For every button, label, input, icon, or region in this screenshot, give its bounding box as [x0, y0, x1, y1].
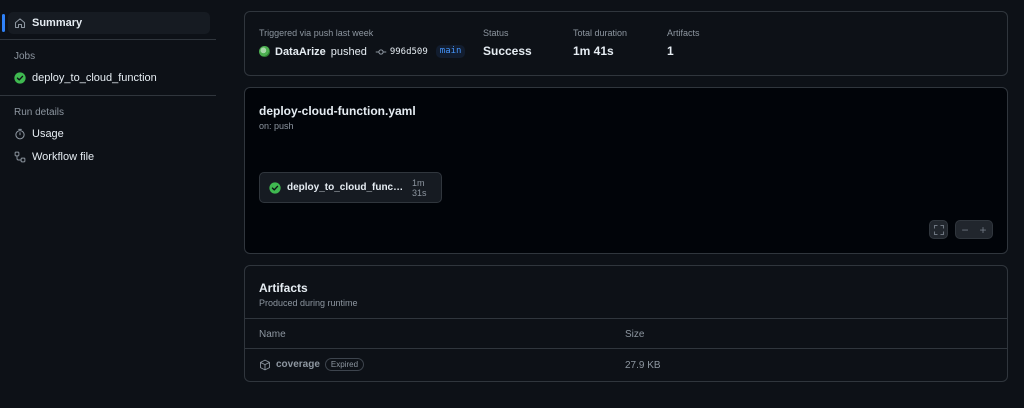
commit-link[interactable]: 996d509: [375, 46, 428, 58]
status-value: Success: [483, 44, 532, 58]
sidebar-divider: [0, 95, 216, 96]
zoom-out-icon[interactable]: −: [956, 223, 974, 237]
artifacts-panel: Artifacts Produced during runtime Name S…: [244, 265, 1008, 382]
job-node-duration: 1m 31s: [412, 177, 427, 198]
fullscreen-button[interactable]: [929, 220, 948, 239]
expired-badge: Expired: [324, 358, 365, 371]
trigger-label: Triggered via push last week: [259, 28, 374, 38]
sidebar-item-label: Workflow file: [32, 151, 95, 163]
artifact-name-cell: coverage Expired: [259, 358, 365, 371]
branch-badge[interactable]: main: [435, 45, 466, 58]
stopwatch-icon: [14, 128, 26, 140]
actor-link[interactable]: DataArize: [275, 46, 326, 58]
artifacts-count-value[interactable]: 1: [667, 44, 674, 58]
job-node-name: deploy_to_cloud_functi…: [287, 182, 406, 193]
fullscreen-icon: [933, 224, 945, 236]
zoom-in-icon[interactable]: +: [974, 223, 992, 237]
sidebar: Summary Jobs deploy_to_cloud_function Ru…: [0, 0, 220, 408]
commit-icon: [375, 46, 387, 58]
artifact-size: 27.9 KB: [625, 360, 661, 371]
sidebar-item-usage[interactable]: Usage: [8, 123, 210, 145]
artifacts-table-header: Name Size: [245, 318, 1007, 349]
status-label: Status: [483, 28, 509, 38]
table-row: coverage Expired 27.9 KB: [245, 350, 1007, 381]
workflow-file-name[interactable]: deploy-cloud-function.yaml: [259, 104, 416, 118]
run-summary-panel: Triggered via push last week DataArize p…: [244, 11, 1008, 76]
workflow-run-page: Summary Jobs deploy_to_cloud_function Ru…: [0, 0, 1024, 408]
artifacts-title: Artifacts: [259, 281, 308, 295]
run-details-heading: Run details: [14, 107, 65, 118]
sidebar-item-label: Summary: [32, 17, 83, 29]
artifacts-subtitle: Produced during runtime: [259, 298, 358, 308]
trigger-info: DataArize pushed 996d509 main: [259, 45, 466, 58]
check-circle-icon: [269, 181, 281, 194]
sidebar-item-workflow-file[interactable]: Workflow file: [8, 146, 210, 168]
sidebar-item-summary[interactable]: Summary: [2, 12, 210, 34]
sidebar-item-job[interactable]: deploy_to_cloud_function: [8, 67, 210, 89]
column-header-name: Name: [259, 329, 286, 340]
zoom-controls: − +: [955, 220, 993, 239]
workflow-icon: [14, 151, 26, 163]
artifacts-count-label: Artifacts: [667, 28, 700, 38]
sidebar-item-label: Usage: [32, 128, 64, 140]
duration-label: Total duration: [573, 28, 628, 38]
column-header-size: Size: [625, 329, 645, 340]
artifact-name: coverage: [276, 359, 320, 370]
trigger-action: pushed: [330, 45, 367, 58]
workflow-trigger: on: push: [259, 121, 294, 131]
check-circle-icon: [14, 72, 26, 84]
avatar[interactable]: [259, 46, 270, 57]
jobs-heading: Jobs: [14, 51, 36, 62]
sidebar-item-label: deploy_to_cloud_function: [32, 72, 157, 84]
job-node[interactable]: deploy_to_cloud_functi… 1m 31s: [259, 172, 442, 203]
home-icon: [14, 17, 26, 29]
commit-sha: 996d509: [389, 46, 428, 57]
duration-value: 1m 41s: [573, 44, 614, 58]
package-icon: [259, 359, 271, 371]
sidebar-divider: [0, 39, 216, 40]
workflow-graph-panel: deploy-cloud-function.yaml on: push depl…: [244, 87, 1008, 254]
